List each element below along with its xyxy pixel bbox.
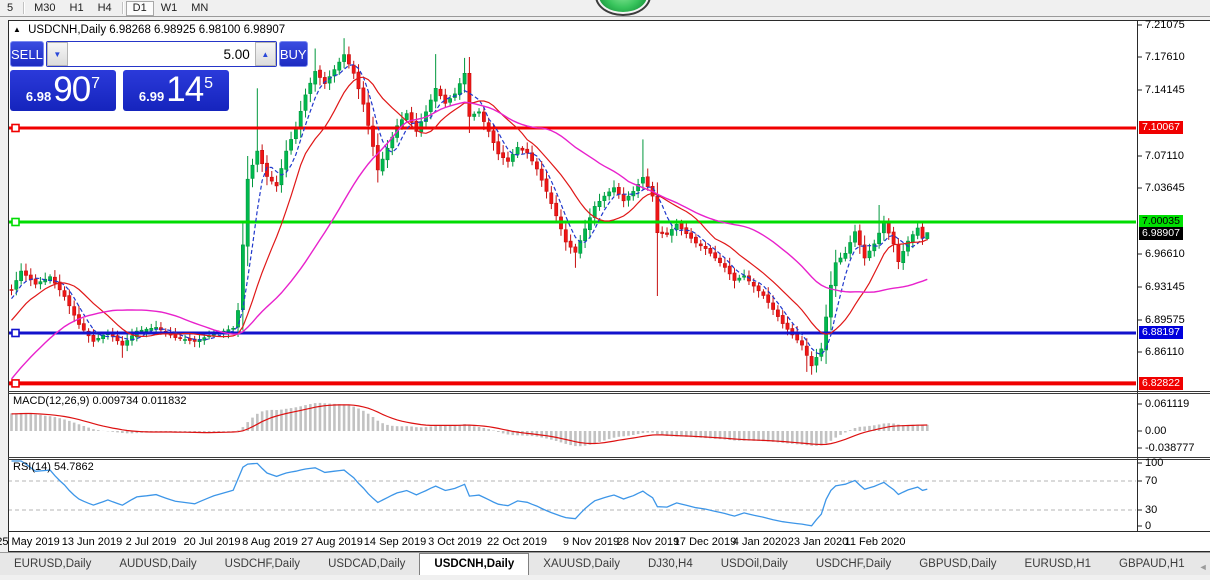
axis-tick-label: 7.07110 [1145, 150, 1184, 162]
tab-gbpaud-h1[interactable]: GBPAUD,H1 [1105, 554, 1199, 575]
sell-price-box[interactable]: 6.98 90 7 [10, 70, 116, 111]
timeframe-5[interactable]: 5 [0, 1, 20, 16]
buy-price-small: 6.99 [139, 89, 164, 104]
volume-increase-button[interactable]: ▲ [255, 42, 276, 66]
symbol-tab-bar: EURUSD,DailyAUDUSD,DailyUSDCHF,DailyUSDC… [0, 552, 1210, 575]
buy-button[interactable]: BUY [279, 41, 308, 67]
date-label: 20 Jul 2019 [184, 536, 241, 548]
timeframe-h1[interactable]: H1 [63, 1, 91, 16]
axis-tick-label: 7.17610 [1145, 51, 1185, 63]
axis-tick-label: 100 [1145, 457, 1163, 469]
axis-tick-label: 7.03645 [1145, 182, 1185, 194]
date-label: 11 Feb 2020 [845, 536, 906, 548]
price-badge-6.88197: 6.88197 [1139, 326, 1183, 339]
volume-decrease-button[interactable]: ▼ [47, 42, 68, 66]
timeframe-d1[interactable]: D1 [126, 1, 154, 16]
date-label: 9 Nov 2019 [563, 536, 619, 548]
green-dot-core [599, 0, 647, 12]
price-badge-6.82822: 6.82822 [1139, 377, 1183, 390]
axis-tick-label: 70 [1145, 475, 1157, 487]
date-label: 4 Jan 2020 [733, 536, 787, 548]
date-label: 14 Sep 2019 [364, 536, 426, 548]
sell-price-big: 90 [53, 72, 90, 108]
price-badge-6.98907: 6.98907 [1139, 227, 1183, 240]
toolbar-separator [23, 2, 24, 14]
tab-usdchf-daily[interactable]: USDCHF,Daily [211, 554, 314, 575]
tab-eurusd-h1[interactable]: EURUSD,H1 [1011, 554, 1105, 575]
date-label: 3 Oct 2019 [428, 536, 482, 548]
sell-button[interactable]: SELL [10, 41, 44, 67]
buy-price-big: 14 [166, 72, 203, 108]
axis-tick-label: 0.00 [1145, 425, 1166, 437]
collapse-triangle-icon[interactable]: ▲ [13, 25, 21, 34]
date-label: 2 Jul 2019 [126, 536, 177, 548]
tab-dj30-h4[interactable]: DJ30,H4 [634, 554, 707, 575]
timeframe-m30[interactable]: M30 [27, 1, 62, 16]
date-label: 22 Oct 2019 [487, 536, 547, 548]
symbol-period-label: USDCNH,Daily [28, 24, 106, 36]
date-label: 13 Jun 2019 [62, 536, 123, 548]
macd-label: MACD(12,26,9) 0.009734 0.011832 [13, 395, 186, 407]
volume-spinner: ▼ ▲ [46, 41, 277, 67]
axis-tick-label: 6.96610 [1145, 248, 1185, 260]
date-label: 17 Dec 2019 [674, 536, 736, 548]
ohlc-values: 6.98268 6.98925 6.98100 6.98907 [109, 24, 285, 36]
date-label: 28 Nov 2019 [617, 536, 679, 548]
axis-tick-label: 7.21075 [1145, 19, 1185, 31]
axis-tick-label: -0.038777 [1145, 442, 1195, 454]
price-badge-7.10067: 7.10067 [1139, 121, 1183, 134]
one-click-trade-panel: SELL ▼ ▲ BUY 6.98 90 7 6.99 14 5 [10, 41, 229, 111]
tab-usdcad-daily[interactable]: USDCAD,Daily [314, 554, 419, 575]
date-label: 8 Aug 2019 [242, 536, 298, 548]
sell-price-small: 6.98 [26, 89, 51, 104]
tab-scroll-left-icon[interactable]: ◄ [1199, 562, 1208, 572]
tab-usdchf-daily[interactable]: USDCHF,Daily [802, 554, 905, 575]
timeframe-w1[interactable]: W1 [154, 1, 185, 16]
sell-price-sup: 7 [91, 75, 100, 93]
toolbar-separator [122, 2, 123, 14]
axis-tick-label: 6.93145 [1145, 281, 1185, 293]
tab-xauusd-daily[interactable]: XAUUSD,Daily [529, 554, 634, 575]
buy-price-box[interactable]: 6.99 14 5 [123, 70, 229, 111]
tab-usdoil-daily[interactable]: USDOil,Daily [707, 554, 802, 575]
axis-tick-label: 7.14145 [1145, 84, 1185, 96]
timeframe-mn[interactable]: MN [184, 1, 215, 16]
rsi-label: RSI(14) 54.7862 [13, 461, 94, 473]
axis-tick-label: 0.061119 [1145, 398, 1189, 410]
date-label: 23 Jan 2020 [788, 536, 849, 548]
tab-usdcnh-daily[interactable]: USDCNH,Daily [419, 553, 529, 575]
timeframe-h4[interactable]: H4 [91, 1, 119, 16]
axis-tick-label: 30 [1145, 504, 1157, 516]
chart-title: ▲ USDCNH,Daily 6.98268 6.98925 6.98100 6… [13, 24, 285, 36]
axis-tick-label: 6.89575 [1145, 314, 1185, 326]
tab-eurusd-daily[interactable]: EURUSD,Daily [0, 554, 105, 575]
axis-tick-label: 0 [1145, 520, 1151, 532]
date-label: 25 May 2019 [0, 536, 60, 548]
axis-tick-label: 6.86110 [1145, 346, 1184, 358]
tab-gbpusd-daily[interactable]: GBPUSD,Daily [905, 554, 1010, 575]
volume-input[interactable] [68, 42, 255, 66]
tab-audusd-daily[interactable]: AUDUSD,Daily [105, 554, 210, 575]
buy-price-sup: 5 [204, 75, 213, 93]
date-label: 27 Aug 2019 [301, 536, 363, 548]
